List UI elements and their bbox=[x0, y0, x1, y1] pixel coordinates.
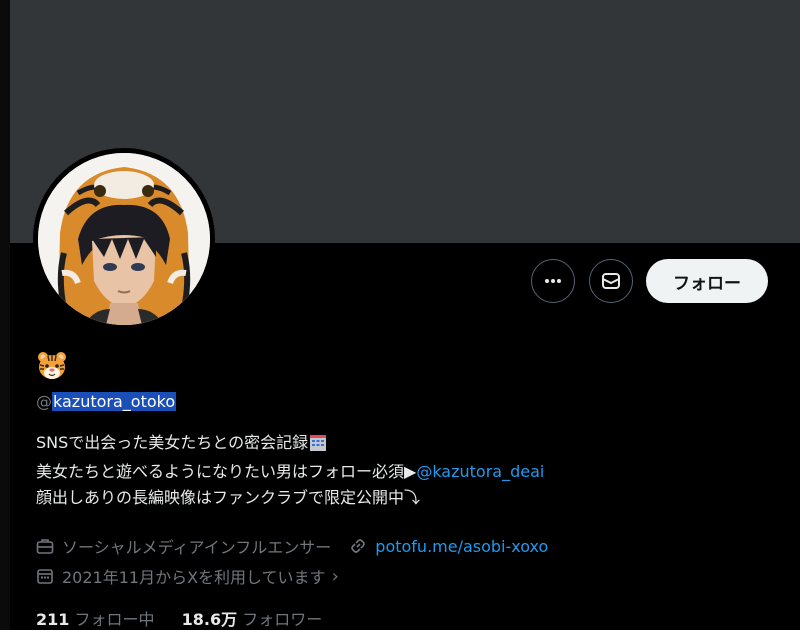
followers-link[interactable]: 18.6万 フォロワー bbox=[182, 610, 323, 629]
follow-button[interactable]: フォロー bbox=[646, 259, 768, 303]
profile-bio: SNSで出会った美女たちとの密会記録 美女たちと遊べるようになりたい男はフォロー… bbox=[36, 430, 544, 511]
handle-text: kazutora_otoko bbox=[52, 392, 177, 411]
profile-meta-row: ソーシャルメディアインフルエンサー potofu.me/asobi-xoxo bbox=[36, 534, 548, 558]
profile-avatar[interactable] bbox=[33, 148, 215, 330]
bio-line-2: 美女たちと遊べるようになりたい男はフォロー必須▶@kazutora_deai bbox=[36, 462, 545, 481]
envelope-icon bbox=[602, 273, 620, 289]
calendar-icon bbox=[36, 566, 58, 586]
left-gutter bbox=[0, 0, 10, 630]
profile-website-link[interactable]: potofu.me/asobi-xoxo bbox=[375, 537, 548, 556]
bio-line-3: 顔出しありの長編映像はファンクラブで限定公開中⤵ bbox=[36, 488, 421, 507]
profile-joined-row[interactable]: 2021年11月からXを利用しています › bbox=[36, 564, 339, 588]
bio-line-1: SNSで出会った美女たちとの密会記録 bbox=[36, 430, 544, 459]
message-button[interactable] bbox=[589, 259, 633, 303]
following-link[interactable]: 211 フォロー中 bbox=[36, 610, 155, 629]
profile-joined-date: 2021年11月からXを利用しています bbox=[62, 568, 326, 587]
more-button[interactable] bbox=[531, 259, 575, 303]
link-icon bbox=[349, 536, 371, 556]
avatar-image bbox=[38, 153, 210, 325]
chevron-right-icon: › bbox=[331, 565, 339, 587]
tiger-face-icon bbox=[36, 350, 68, 384]
profile-handle: @kazutora_otoko bbox=[36, 392, 177, 411]
handle-prefix: @ bbox=[36, 392, 52, 411]
briefcase-icon bbox=[36, 536, 58, 556]
office-building-icon bbox=[308, 433, 328, 459]
bio-mention-link[interactable]: @kazutora_deai bbox=[416, 462, 544, 481]
profile-category: ソーシャルメディアインフルエンサー bbox=[62, 538, 332, 557]
profile-stats: 211 フォロー中 18.6万 フォロワー bbox=[36, 606, 344, 630]
ellipsis-icon bbox=[545, 279, 561, 283]
